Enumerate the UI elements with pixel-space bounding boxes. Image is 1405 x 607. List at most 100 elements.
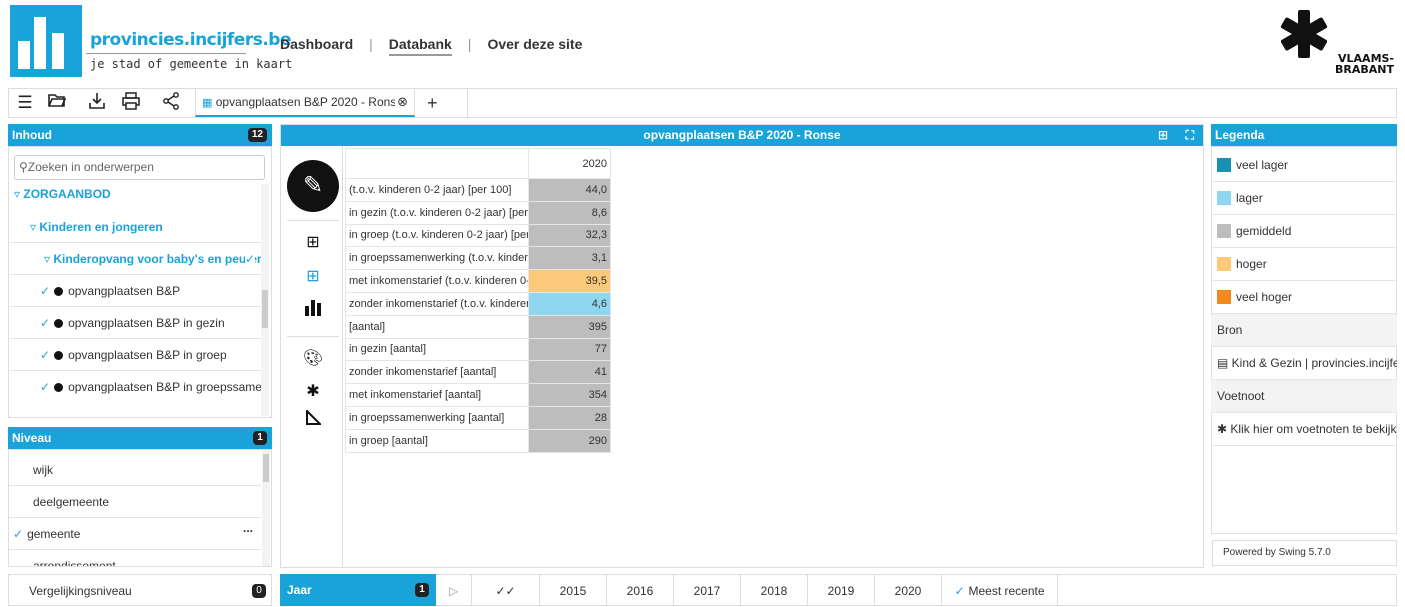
tree-item-opvangplaatsen-groep[interactable]: ✓ opvangplaatsen B&P in groep (10, 339, 261, 371)
tree-item-zorgaanbod[interactable]: ▿ ZORGAANBOD (10, 184, 261, 204)
search-input[interactable]: ⚲Zoeken in onderwerpen (14, 155, 265, 180)
table-row[interactable]: in groepssamenwerking (t.o.v. kinder... 3… (345, 246, 611, 271)
table-view-icon[interactable]: ⊞ (300, 232, 326, 254)
gear-icon[interactable]: ✱ (300, 381, 326, 403)
tree-item-opvangplaatsen-gezin[interactable]: ✓ opvangplaatsen B&P in gezin (10, 307, 261, 339)
legend-item-gemiddeld: gemiddeld (1211, 215, 1397, 248)
table-row[interactable]: in gezin (t.o.v. kinderen 0-2 jaar) [per… (345, 200, 611, 225)
more-icon[interactable]: ... (243, 512, 253, 544)
niveau-item-deelgemeente[interactable]: deelgemeente (9, 486, 261, 518)
powered-by[interactable]: Powered by Swing 5.7.0 (1212, 540, 1397, 566)
year-2016[interactable]: 2016 (607, 574, 674, 606)
table-row[interactable]: in groep (t.o.v. kinderen 0-2 jaar) [per… (345, 223, 611, 248)
nav-dashboard[interactable]: Dashboard (280, 36, 353, 56)
caret-down-icon: ▿ (14, 187, 21, 201)
tree-item-kinderen[interactable]: ▿ Kinderen en jongeren (10, 211, 261, 243)
niveau-item-wijk[interactable]: wijk (9, 454, 261, 486)
table-row[interactable]: in groep [aantal] 290 (345, 428, 611, 453)
row-label[interactable]: in gezin (t.o.v. kinderen 0-2 jaar) [per… (345, 200, 529, 225)
menu-icon[interactable]: ☰ (13, 92, 37, 114)
row-label[interactable]: zonder inkomenstarief [aantal] (345, 360, 529, 385)
play-icon[interactable]: ▷ (436, 574, 472, 606)
row-label[interactable]: (t.o.v. kinderen 0-2 jaar) [per 100] (345, 178, 529, 202)
scrollbar-thumb[interactable] (263, 454, 269, 482)
table-row[interactable]: (t.o.v. kinderen 0-2 jaar) [per 100] 44,0 (345, 178, 611, 202)
table-row[interactable]: [aantal] 395 (345, 314, 611, 339)
year-2019[interactable]: 2019 (808, 574, 875, 606)
row-value[interactable]: 41 (528, 360, 611, 385)
row-label[interactable]: in groepssamenwerking (t.o.v. kinder... (345, 246, 529, 271)
folder-open-icon[interactable] (45, 92, 69, 114)
edit-pencil-icon[interactable]: ✎ (287, 160, 339, 212)
row-label[interactable]: zonder inkomenstarief (t.o.v. kinderen..… (345, 291, 529, 316)
row-label[interactable]: in gezin [aantal] (345, 337, 529, 362)
select-all-icon[interactable]: ✓✓ (472, 574, 540, 606)
year-2015[interactable]: 2015 (540, 574, 607, 606)
divider (287, 336, 339, 337)
print-icon[interactable] (119, 92, 143, 114)
palette-icon[interactable]: 🎨︎ (300, 348, 326, 370)
table-corner (345, 148, 529, 179)
vergelijkingsniveau-bar[interactable]: Vergelijkingsniveau 0 (8, 574, 272, 606)
table-row[interactable]: zonder inkomenstarief (t.o.v. kinderen..… (345, 291, 611, 316)
tree-item-kinderopvang[interactable]: ▿ Kinderopvang voor baby's en peuters ✓ (10, 243, 261, 275)
share-icon[interactable] (159, 92, 183, 114)
row-value[interactable]: 32,3 (528, 223, 611, 248)
legend-item-hoger: hoger (1211, 248, 1397, 281)
row-label[interactable]: [aantal] (345, 314, 529, 339)
jaar-header[interactable]: Jaar 1 (280, 574, 436, 606)
divider (467, 89, 468, 117)
row-label[interactable]: met inkomenstarief [aantal] (345, 383, 529, 407)
download-icon[interactable] (85, 92, 109, 114)
scrollbar-thumb[interactable] (262, 290, 268, 328)
row-value[interactable]: 4,6 (528, 291, 611, 316)
year-2020[interactable]: 2020 (875, 574, 942, 606)
row-value[interactable]: 8,6 (528, 200, 611, 225)
row-value[interactable]: 290 (528, 428, 611, 453)
row-label[interactable]: in groepssamenwerking [aantal] (345, 405, 529, 430)
row-value[interactable]: 44,0 (528, 178, 611, 202)
row-value[interactable]: 77 (528, 337, 611, 362)
row-value[interactable]: 28 (528, 405, 611, 430)
ruler-triangle-icon[interactable] (300, 408, 326, 432)
row-value[interactable]: 354 (528, 383, 611, 407)
tree-item-opvangplaatsen[interactable]: ✓ opvangplaatsen B&P (10, 275, 261, 307)
bar-chart-icon[interactable] (300, 298, 326, 320)
year-column-header[interactable]: 2020 (528, 148, 611, 179)
add-tab-button[interactable]: + (427, 90, 438, 116)
tab-opvangplaatsen[interactable]: ▦ opvangplaatsen B&P 2020 - Ronse ⊗ (195, 89, 415, 117)
table-row[interactable]: met inkomenstarief [aantal] 354 (345, 383, 611, 407)
row-value[interactable]: 39,5 (528, 269, 611, 293)
table-row[interactable]: zonder inkomenstarief [aantal] 41 (345, 360, 611, 385)
year-2018[interactable]: 2018 (741, 574, 808, 606)
niveau-item-gemeente[interactable]: ✓ gemeente ... (9, 518, 261, 550)
niveau-header[interactable]: Niveau 1 (8, 427, 272, 449)
caret-down-icon: ▿ (44, 252, 51, 266)
table-row[interactable]: in gezin [aantal] 77 (345, 337, 611, 362)
row-label[interactable]: in groep [aantal] (345, 428, 529, 453)
niveau-item-arrondissement[interactable]: arrondissement (9, 550, 261, 566)
nav-over[interactable]: Over deze site (487, 36, 582, 56)
colored-table-view-icon[interactable]: ⊞ (300, 266, 326, 288)
row-value[interactable]: 3,1 (528, 246, 611, 271)
table-row[interactable]: in groepssamenwerking [aantal] 28 (345, 405, 611, 430)
main-nav: Dashboard | Databank | Over deze site (280, 36, 582, 56)
close-icon[interactable]: ⊗ (395, 89, 408, 115)
voetnoot-link[interactable]: ✱ Klik hier om voetnoten te bekijken (1211, 413, 1397, 446)
swatch (1217, 290, 1231, 304)
niveau-count: 1 (253, 431, 267, 445)
row-value[interactable]: 395 (528, 314, 611, 339)
year-2017[interactable]: 2017 (674, 574, 741, 606)
tree-item-opvangplaatsen-groepssamenwerking[interactable]: ✓opvangplaatsen B&P in groepssamenwerkin… (10, 371, 261, 411)
site-logo[interactable] (10, 5, 82, 77)
bron-link[interactable]: ▤ Kind & Gezin | provincies.incijfers.be (1211, 347, 1397, 380)
year-meest-recente[interactable]: ✓ Meest recente (942, 574, 1058, 606)
site-name[interactable]: provincies.incijfers.be (90, 30, 292, 50)
row-label[interactable]: met inkomenstarief (t.o.v. kinderen 0-..… (345, 269, 529, 293)
inhoud-header[interactable]: Inhoud 12 (8, 124, 272, 146)
dot-icon (54, 287, 64, 296)
site-subtitle: je stad of gemeente in kaart (90, 57, 293, 71)
table-row[interactable]: met inkomenstarief (t.o.v. kinderen 0-..… (345, 269, 611, 293)
row-label[interactable]: in groep (t.o.v. kinderen 0-2 jaar) [per… (345, 223, 529, 248)
nav-databank[interactable]: Databank (388, 36, 452, 56)
